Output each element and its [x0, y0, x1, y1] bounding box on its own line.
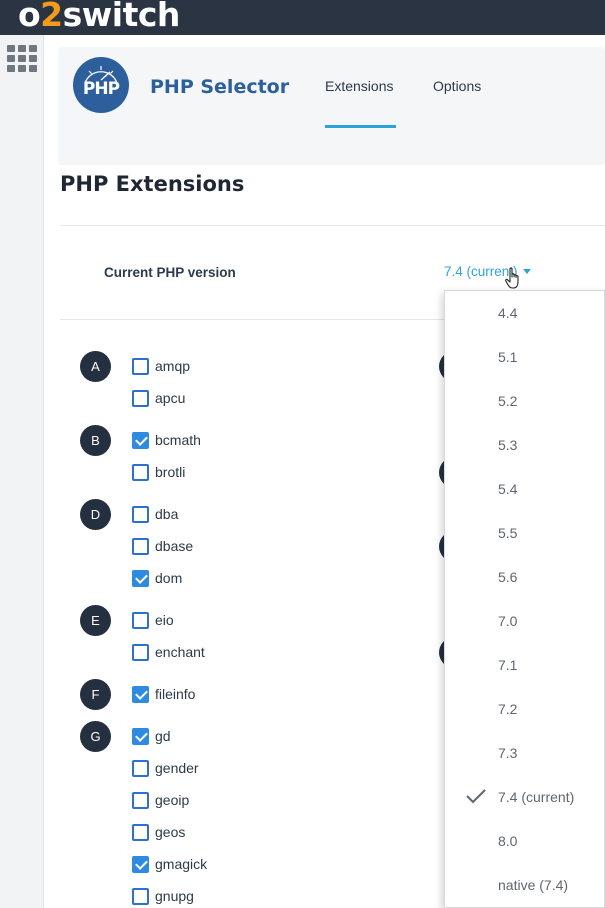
extension-label: enchant — [155, 644, 205, 660]
checkbox[interactable] — [132, 612, 149, 629]
version-option-label: 8.0 — [498, 833, 518, 849]
version-option-7-4[interactable]: 7.4 (current) — [445, 775, 604, 819]
extension-label: bcmath — [155, 432, 201, 448]
php-version-menu: 4.4 5.1 5.2 5.3 5.4 5.5 5.6 7.0 7.1 7.2 … — [444, 290, 605, 908]
letter-badge-d: D — [80, 499, 111, 530]
extension-label: gd — [155, 728, 171, 744]
version-option-label: 7.1 — [498, 657, 518, 673]
app-header: PHP PHP Selector Extensions Options — [58, 47, 605, 165]
checkbox[interactable] — [132, 506, 149, 523]
version-option-label: 7.2 — [498, 701, 518, 717]
checkbox[interactable] — [132, 760, 149, 777]
version-option-7-0[interactable]: 7.0 — [445, 599, 604, 643]
letter-badge-b: B — [80, 425, 111, 456]
caret-down-icon — [522, 269, 531, 274]
version-option-5-2[interactable]: 5.2 — [445, 379, 604, 423]
version-option-5-5[interactable]: 5.5 — [445, 511, 604, 555]
checkbox[interactable] — [132, 686, 149, 703]
brand-suffix: switch — [62, 0, 181, 34]
version-option-5-3[interactable]: 5.3 — [445, 423, 604, 467]
brand-accent: 2 — [40, 0, 63, 34]
checkbox[interactable] — [132, 824, 149, 841]
letter-badge-a: A — [80, 351, 111, 382]
hand-cursor-icon — [505, 267, 519, 289]
checkbox[interactable] — [132, 390, 149, 407]
extension-label: gender — [155, 760, 199, 776]
checkmark-icon — [466, 789, 486, 804]
extension-label: geos — [155, 824, 186, 840]
version-option-native[interactable]: native (7.4) — [445, 863, 604, 907]
version-option-4-4[interactable]: 4.4 — [445, 291, 604, 335]
letter-badge-e: E — [80, 605, 111, 636]
extension-label: amqp — [155, 358, 191, 374]
left-sidebar — [0, 35, 44, 908]
top-bar: o2switch — [0, 0, 605, 35]
checkbox[interactable] — [132, 728, 149, 745]
checkbox[interactable] — [132, 856, 149, 873]
grid-icon[interactable] — [7, 45, 37, 73]
letter-badge-f: F — [80, 679, 111, 710]
version-option-label: 5.4 — [498, 481, 518, 497]
extension-label: brotli — [155, 464, 186, 480]
checkbox[interactable] — [132, 358, 149, 375]
version-option-label: 7.0 — [498, 613, 518, 629]
extension-label: apcu — [155, 390, 186, 406]
version-option-5-6[interactable]: 5.6 — [445, 555, 604, 599]
active-tab-indicator — [325, 125, 396, 128]
version-option-7-3[interactable]: 7.3 — [445, 731, 604, 775]
version-option-label: 5.5 — [498, 525, 518, 541]
checkbox[interactable] — [132, 888, 149, 905]
version-option-label: 5.3 — [498, 437, 518, 453]
checkbox[interactable] — [132, 644, 149, 661]
letter-badge-g: G — [80, 721, 111, 752]
extension-label: gmagick — [155, 856, 208, 872]
tab-options[interactable]: Options — [433, 78, 481, 94]
checkbox[interactable] — [132, 538, 149, 555]
version-option-label: 7.4 (current) — [498, 789, 575, 805]
version-option-label: 4.4 — [498, 305, 518, 321]
checkbox[interactable] — [132, 570, 149, 587]
extension-label: eio — [155, 612, 174, 628]
brand-prefix: o — [18, 0, 41, 34]
version-option-label: 7.3 — [498, 745, 518, 761]
version-option-label: 5.1 — [498, 349, 518, 365]
extension-label: dbase — [155, 538, 194, 554]
version-option-8-0[interactable]: 8.0 — [445, 819, 604, 863]
app-title: PHP Selector — [150, 76, 290, 98]
version-option-label: native (7.4) — [498, 877, 569, 893]
extension-label: geoip — [155, 792, 190, 808]
php-logo: PHP — [73, 57, 129, 113]
checkbox[interactable] — [132, 464, 149, 481]
version-option-5-1[interactable]: 5.1 — [445, 335, 604, 379]
divider — [60, 225, 605, 226]
extension-label: dba — [155, 506, 179, 522]
checkbox[interactable] — [132, 792, 149, 809]
extension-label: fileinfo — [155, 686, 196, 702]
checkbox[interactable] — [132, 432, 149, 449]
version-option-7-2[interactable]: 7.2 — [445, 687, 604, 731]
version-option-7-1[interactable]: 7.1 — [445, 643, 604, 687]
version-option-5-4[interactable]: 5.4 — [445, 467, 604, 511]
version-option-label: 5.2 — [498, 393, 518, 409]
extension-label: gnupg — [155, 888, 194, 904]
tab-extensions[interactable]: Extensions — [325, 78, 393, 94]
page-title: PHP Extensions — [60, 172, 245, 196]
brand-logo[interactable]: o2switch — [18, 0, 180, 33]
php-version-label: Current PHP version — [104, 265, 236, 280]
version-option-label: 5.6 — [498, 569, 518, 585]
php-logo-text: PHP — [82, 79, 120, 99]
extension-label: dom — [155, 570, 183, 586]
